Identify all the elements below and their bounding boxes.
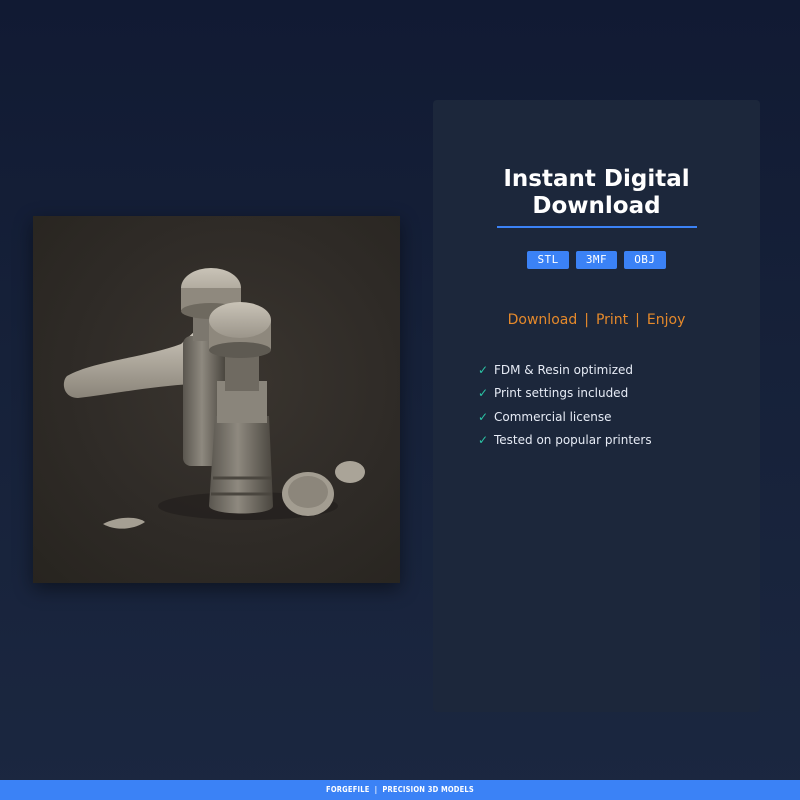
step-separator: |: [635, 312, 640, 328]
card-title: Instant Digital Download: [503, 166, 690, 219]
footer-bar: FORGEFILE | PRECISION 3D MODELS: [0, 780, 800, 800]
feature-item: ✓ Print settings included: [478, 382, 652, 406]
product-image: [33, 216, 400, 583]
step-enjoy: Enjoy: [646, 312, 686, 328]
format-badge-3mf: 3MF: [575, 251, 618, 269]
check-icon: ✓: [478, 386, 489, 401]
feature-label: Commercial license: [494, 409, 612, 424]
feature-label: Print settings included: [494, 386, 629, 401]
step-print: Print: [595, 312, 629, 328]
download-info-card: Instant Digital Download STL 3MF OBJ Dow…: [433, 100, 760, 712]
feature-item: ✓ FDM & Resin optimized: [478, 358, 652, 382]
product-model-render: [63, 268, 365, 529]
feature-item: ✓ Tested on popular printers: [478, 429, 652, 453]
feature-label: FDM & Resin optimized: [494, 362, 633, 377]
feature-list: ✓ FDM & Resin optimized ✓ Print settings…: [478, 358, 652, 452]
format-badge-obj: OBJ: [624, 251, 666, 269]
title-underline: [497, 226, 697, 228]
format-badge-stl: STL: [527, 251, 569, 269]
feature-item: ✓ Commercial license: [478, 405, 652, 429]
footer-text: FORGEFILE | PRECISION 3D MODELS: [326, 785, 474, 794]
feature-label: Tested on popular printers: [494, 433, 652, 448]
step-download: Download: [507, 312, 578, 328]
check-icon: ✓: [478, 362, 489, 377]
step-separator: |: [584, 312, 589, 328]
format-badges: STL 3MF OBJ: [433, 251, 760, 269]
steps-line: Download | Print | Enjoy: [433, 312, 760, 328]
check-icon: ✓: [478, 433, 489, 448]
check-icon: ✓: [478, 409, 489, 424]
